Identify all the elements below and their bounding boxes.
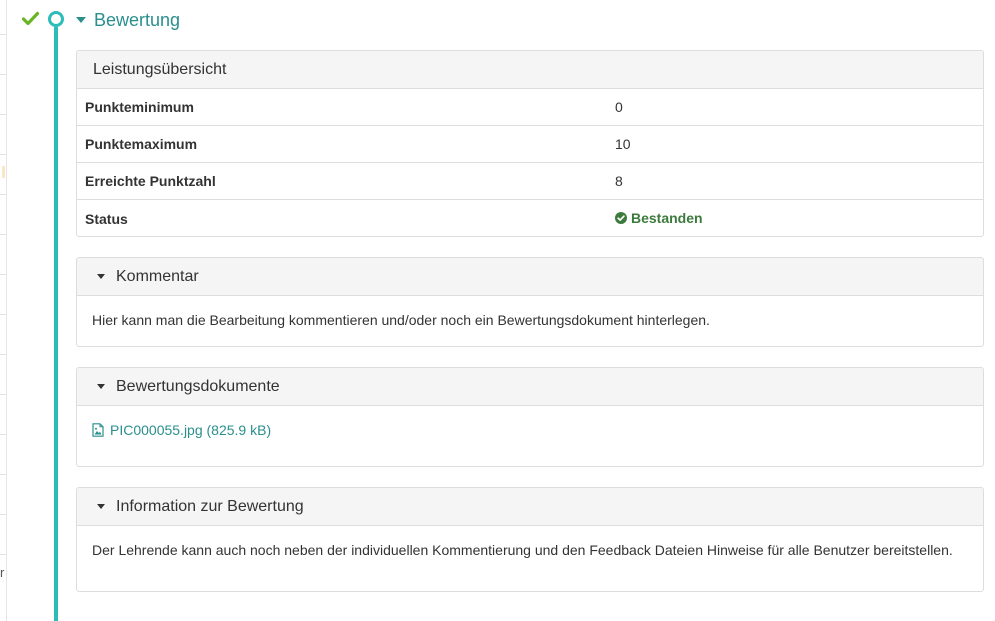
- caret-down-icon: [97, 274, 105, 279]
- row-label: Punktemaximum: [85, 136, 198, 152]
- overview-panel-header: Leistungsübersicht: [77, 51, 983, 89]
- timeline-node: [48, 11, 64, 27]
- info-panel-title: Information zur Bewertung: [116, 497, 304, 515]
- row-divider: [0, 234, 6, 235]
- caret-down-icon: [97, 384, 105, 389]
- row-divider: [0, 514, 6, 515]
- documents-panel: Bewertungsdokumente PIC000055.jpg (825.9…: [76, 367, 984, 467]
- row-divider: [0, 314, 6, 315]
- row-divider: [0, 354, 6, 355]
- comment-text: Hier kann man die Bearbeitung kommentier…: [92, 312, 710, 328]
- check-icon: [22, 11, 39, 26]
- row-divider: [0, 194, 6, 195]
- image-file-icon: [92, 423, 104, 437]
- documents-panel-toggle[interactable]: Bewertungsdokumente: [77, 368, 983, 406]
- overview-panel-title: Leistungsübersicht: [93, 60, 227, 78]
- info-text: Der Lehrende kann auch noch neben der in…: [92, 542, 953, 558]
- row-value: Bestanden: [607, 210, 983, 227]
- document-link[interactable]: PIC000055.jpg (825.9 kB): [92, 422, 271, 438]
- overview-panel: Leistungsübersicht Punkteminimum 0 Punkt…: [76, 50, 984, 237]
- row-divider: [0, 274, 6, 275]
- comment-panel-title: Kommentar: [116, 267, 199, 285]
- table-row: Status Bestanden: [77, 200, 983, 236]
- overview-table: Punkteminimum 0 Punktemaximum 10 Erreich…: [77, 89, 983, 236]
- table-row: Punkteminimum 0: [77, 89, 983, 126]
- caret-down-icon: [97, 504, 105, 509]
- document-name: PIC000055.jpg (825.9 kB): [110, 422, 272, 438]
- row-value: 10: [615, 136, 631, 152]
- row-divider: [0, 434, 6, 435]
- assessment-page: r Bewertung Leistungsübersicht Punktemin…: [0, 0, 995, 621]
- row-divider: [0, 74, 6, 75]
- highlight-marker: [2, 166, 5, 178]
- timeline-line: [54, 27, 58, 621]
- comment-panel-toggle[interactable]: Kommentar: [77, 258, 983, 296]
- section-toggle-bewertung[interactable]: Bewertung: [76, 8, 180, 32]
- row-label: Punkteminimum: [85, 99, 194, 115]
- info-body: Der Lehrende kann auch noch neben der in…: [77, 526, 983, 574]
- status-badge: Bestanden: [615, 210, 703, 226]
- comment-panel: Kommentar Hier kann man die Bearbeitung …: [76, 257, 984, 347]
- documents-panel-title: Bewertungsdokumente: [116, 377, 280, 395]
- row-label: Status: [85, 210, 128, 227]
- table-row: Punktemaximum 10: [77, 126, 983, 163]
- table-row: Erreichte Punktzahl 8: [77, 163, 983, 200]
- caret-down-icon: [76, 17, 86, 23]
- truncated-text: r: [0, 565, 5, 580]
- row-divider: [0, 154, 6, 155]
- comment-body: Hier kann man die Bearbeitung kommentier…: [77, 296, 983, 344]
- row-value: 0: [615, 99, 623, 115]
- documents-body: PIC000055.jpg (825.9 kB): [77, 406, 983, 456]
- row-divider: [0, 394, 6, 395]
- check-circle-icon: [615, 212, 627, 224]
- info-panel-toggle[interactable]: Information zur Bewertung: [77, 488, 983, 526]
- status-text: Bestanden: [631, 210, 703, 226]
- info-panel: Information zur Bewertung Der Lehrende k…: [76, 487, 984, 592]
- left-column-edge: [0, 0, 7, 621]
- row-divider: [0, 34, 6, 35]
- row-divider: [0, 114, 6, 115]
- section-title: Bewertung: [94, 9, 181, 30]
- row-divider: [0, 474, 6, 475]
- row-divider: [0, 554, 6, 555]
- row-value: 8: [615, 173, 623, 189]
- row-label: Erreichte Punktzahl: [85, 173, 216, 189]
